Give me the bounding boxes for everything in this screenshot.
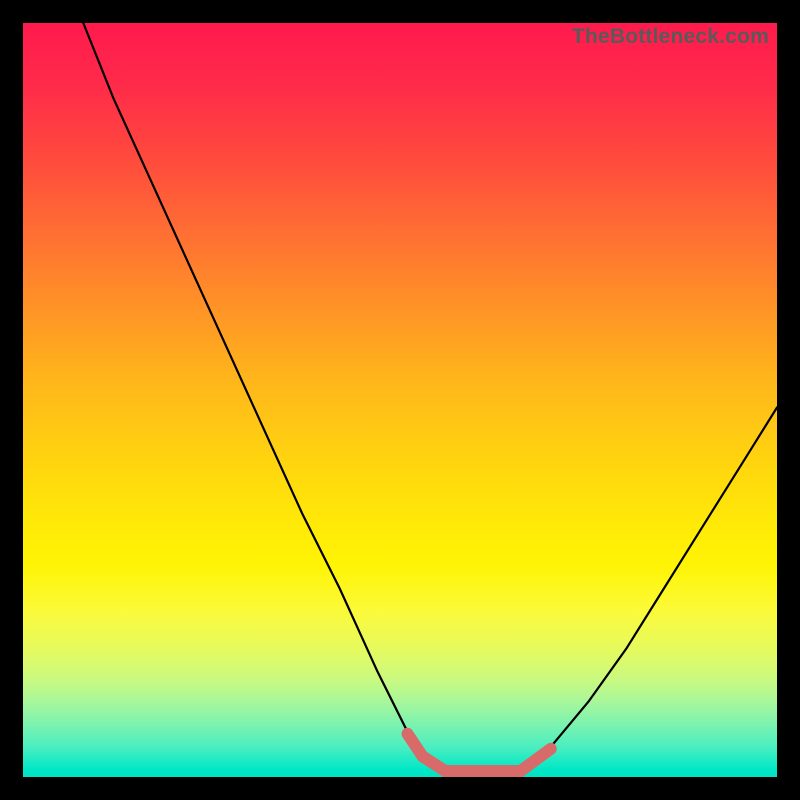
- chart-frame: TheBottleneck.com: [0, 0, 800, 800]
- watermark-text: TheBottleneck.com: [572, 25, 769, 49]
- bottleneck-curve: [23, 23, 777, 777]
- plot-area: TheBottleneck.com: [23, 23, 777, 777]
